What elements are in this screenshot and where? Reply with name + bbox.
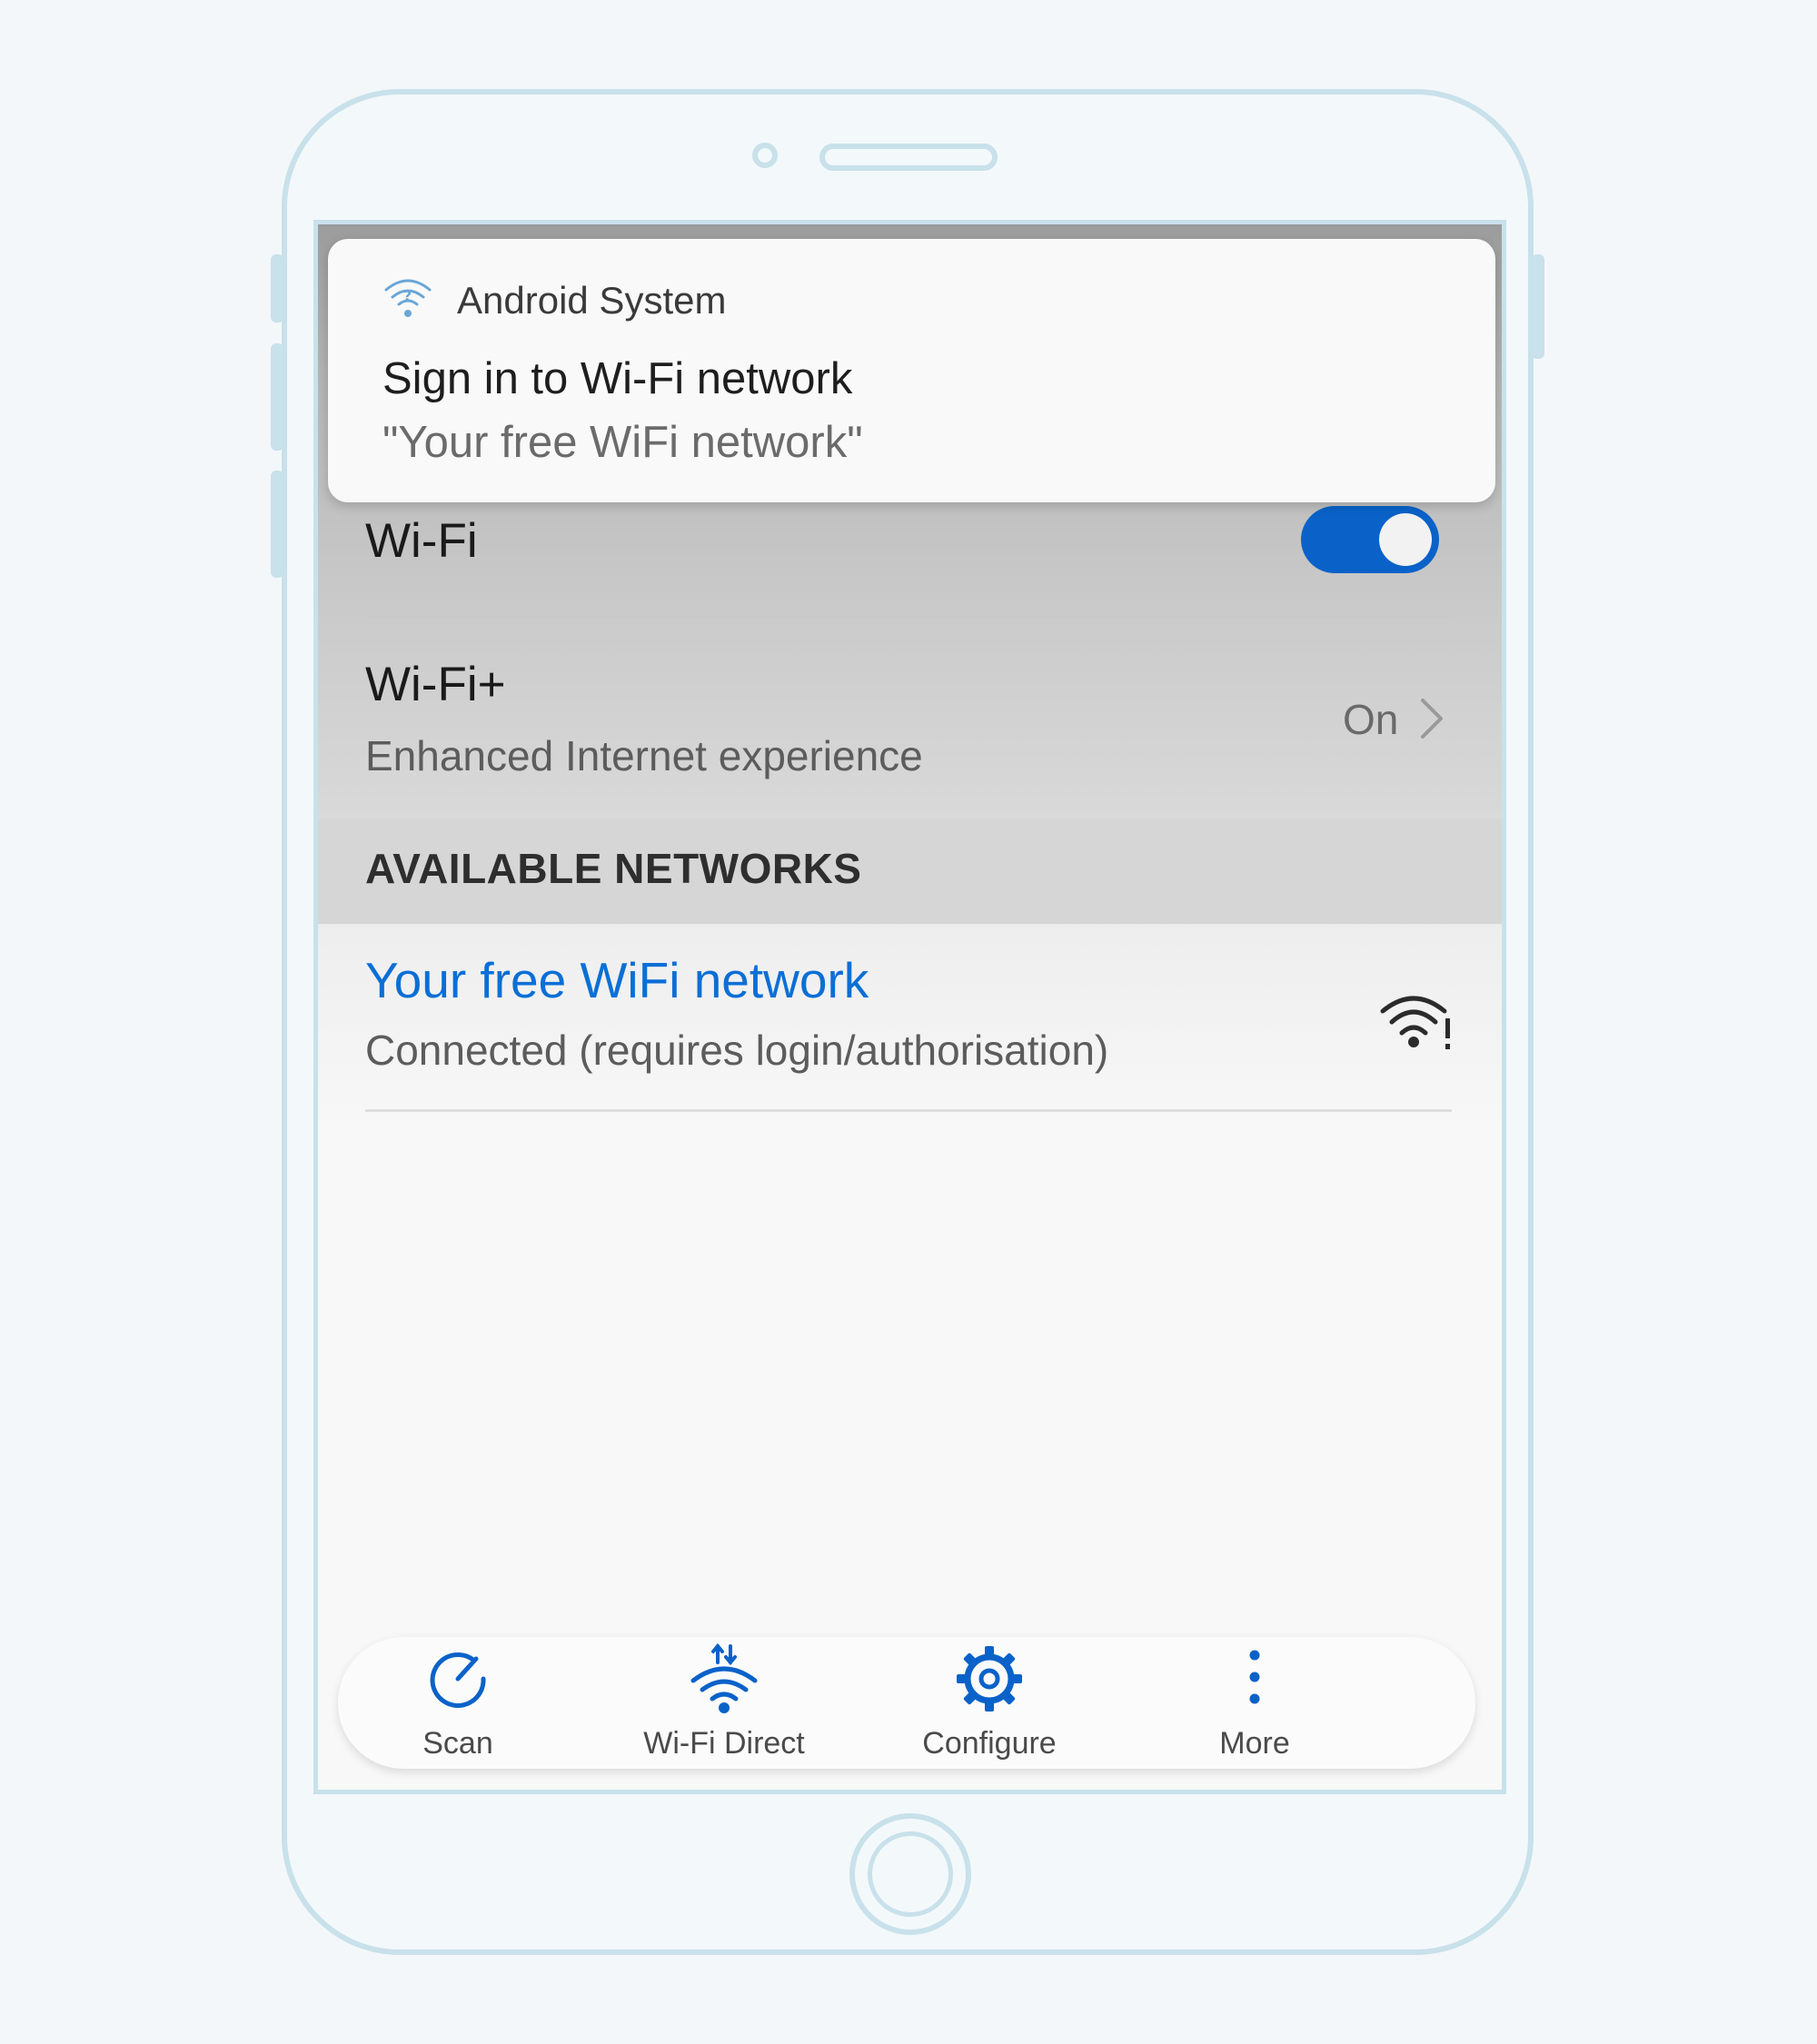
wifi-plus-label: Wi-Fi+ [365, 658, 506, 711]
more-label: More [1219, 1726, 1290, 1761]
bottom-toolbar: Scan Wi-Fi Direct Configure More [338, 1637, 1475, 1769]
scan-button[interactable]: Scan [344, 1637, 571, 1769]
wifi-direct-label: Wi-Fi Direct [643, 1726, 805, 1761]
divider [365, 615, 1452, 618]
notification-title: Sign in to Wi-Fi network [382, 354, 853, 403]
network-name: Your free WiFi network [365, 952, 869, 1008]
notification-subtitle: "Your free WiFi network" [382, 418, 863, 467]
available-networks-header: AVAILABLE NETWORKS [318, 819, 1502, 924]
configure-label: Configure [922, 1726, 1057, 1761]
wifi-warning-icon [1380, 996, 1450, 1049]
configure-button[interactable]: Configure [876, 1637, 1103, 1769]
scan-label: Scan [422, 1726, 493, 1761]
wifi-sign-in-icon: ? [384, 279, 432, 317]
wifi-plus-value: On [1343, 696, 1399, 743]
device-speaker [819, 144, 998, 171]
device-volume-up-button [271, 343, 283, 451]
more-vertical-icon [1249, 1650, 1260, 1704]
wifi-direct-button[interactable]: Wi-Fi Direct [611, 1637, 838, 1769]
device-side-button [271, 254, 283, 322]
wifi-plus-description: Enhanced Internet experience [365, 732, 923, 779]
divider [365, 1109, 1452, 1112]
device-home-button[interactable] [849, 1813, 971, 1935]
notification-app-name: Android System [457, 279, 727, 322]
device-volume-down-button [271, 471, 283, 578]
more-button[interactable]: More [1141, 1637, 1368, 1769]
chevron-right-icon [1421, 699, 1443, 739]
wifi-toggle-knob [1379, 513, 1432, 566]
svg-text:?: ? [403, 287, 412, 304]
device-power-button [1532, 254, 1544, 359]
wifi-toggle[interactable] [1301, 506, 1439, 573]
sign-in-notification[interactable]: ? Android System Sign in to Wi-Fi networ… [328, 239, 1495, 502]
scan-icon [430, 1652, 486, 1708]
wifi-label: Wi-Fi [365, 514, 478, 568]
screen: Wi-Fi Wi-Fi+ Enhanced Internet experienc… [313, 220, 1506, 1794]
section-title: AVAILABLE NETWORKS [365, 845, 862, 892]
gear-icon [957, 1646, 1022, 1712]
network-status: Connected (requires login/authorisation) [365, 1027, 1109, 1074]
wifi-direct-icon [690, 1642, 758, 1713]
device-camera [752, 143, 778, 168]
